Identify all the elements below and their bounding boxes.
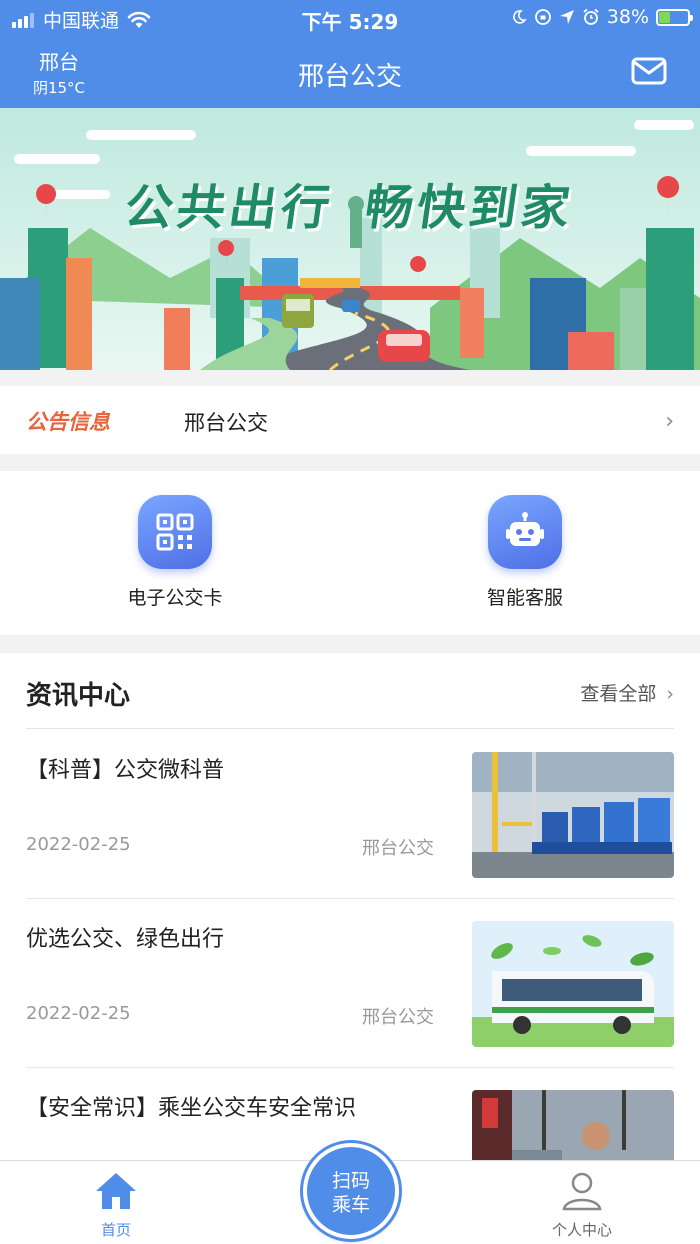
news-section-title: 资讯中心 bbox=[26, 681, 131, 711]
chevron-right-icon: › bbox=[665, 409, 674, 434]
scan-label-2: 乘车 bbox=[331, 1194, 370, 1216]
qr-card-icon bbox=[138, 495, 212, 569]
mail-icon[interactable] bbox=[631, 56, 667, 86]
robot-icon bbox=[488, 495, 562, 569]
status-bar: 中国联通 下午 5:29 38% bbox=[0, 0, 700, 36]
location-icon bbox=[559, 10, 574, 24]
home-icon bbox=[96, 1173, 136, 1209]
status-right: 38% bbox=[511, 6, 693, 28]
battery-percent: 38% bbox=[606, 6, 649, 28]
orientation-lock-icon bbox=[534, 9, 551, 25]
news-item-source: 邢台公交 bbox=[362, 1007, 434, 1028]
divider bbox=[26, 728, 674, 729]
action-e-bus-card[interactable]: 电子公交卡 bbox=[85, 495, 265, 610]
user-icon bbox=[562, 1172, 602, 1211]
chevron-right-icon: › bbox=[666, 683, 674, 705]
moon-icon bbox=[512, 10, 527, 24]
alarm-icon bbox=[583, 8, 599, 25]
news-item-date: 2022-02-25 bbox=[26, 834, 131, 855]
news-item-title: 优选公交、绿色出行 bbox=[26, 927, 225, 952]
news-item-source: 邢台公交 bbox=[362, 838, 434, 859]
battery-icon bbox=[656, 8, 693, 26]
news-item-date: 2022-02-25 bbox=[26, 1003, 131, 1024]
action-label: 智能客服 bbox=[486, 587, 563, 609]
scan-label-1: 扫码 bbox=[331, 1170, 370, 1192]
top-header: 中国联通 下午 5:29 38% 邢台 阴15°C 邢台公交 bbox=[0, 0, 700, 108]
green-bus-photo bbox=[472, 921, 674, 1047]
page-title: 邢台公交 bbox=[297, 62, 402, 92]
view-all-label: 查看全部 bbox=[580, 683, 657, 705]
news-item-title: 【科普】公交微科普 bbox=[26, 758, 225, 783]
scan-to-ride-button[interactable]: 扫码 乘车 bbox=[303, 1143, 399, 1239]
banner-slogan-2: 畅快到家 bbox=[361, 180, 578, 236]
tab-home[interactable]: 首页 bbox=[66, 1171, 166, 1240]
news-item[interactable]: 【科普】公交微科普 2022-02-25 邢台公交 bbox=[26, 730, 674, 899]
view-all-link[interactable]: 查看全部 › bbox=[580, 679, 674, 706]
notice-bar[interactable]: 公告信息 邢台公交 › bbox=[0, 386, 700, 454]
news-item-title: 【安全常识】乘坐公交车安全常识 bbox=[26, 1096, 357, 1121]
bus-seats-photo bbox=[472, 752, 674, 878]
quick-actions: 电子公交卡 智能客服 bbox=[0, 471, 700, 635]
action-label: 电子公交卡 bbox=[127, 587, 223, 609]
promo-banner[interactable]: 公共出行 畅快到家 bbox=[0, 108, 700, 370]
action-smart-service[interactable]: 智能客服 bbox=[435, 495, 615, 610]
tab-home-label: 首页 bbox=[100, 1221, 131, 1239]
city-illustration bbox=[0, 108, 700, 370]
news-item[interactable]: 优选公交、绿色出行 2022-02-25 邢台公交 bbox=[26, 899, 674, 1068]
notice-label: 公告信息 bbox=[26, 410, 110, 434]
notice-text: 邢台公交 bbox=[184, 411, 268, 435]
tab-profile[interactable]: 个人中心 bbox=[532, 1171, 632, 1240]
banner-slogan: 公共出行 畅快到家 bbox=[0, 168, 700, 238]
banner-slogan-1: 公共出行 bbox=[121, 180, 338, 236]
tab-profile-label: 个人中心 bbox=[551, 1221, 612, 1239]
